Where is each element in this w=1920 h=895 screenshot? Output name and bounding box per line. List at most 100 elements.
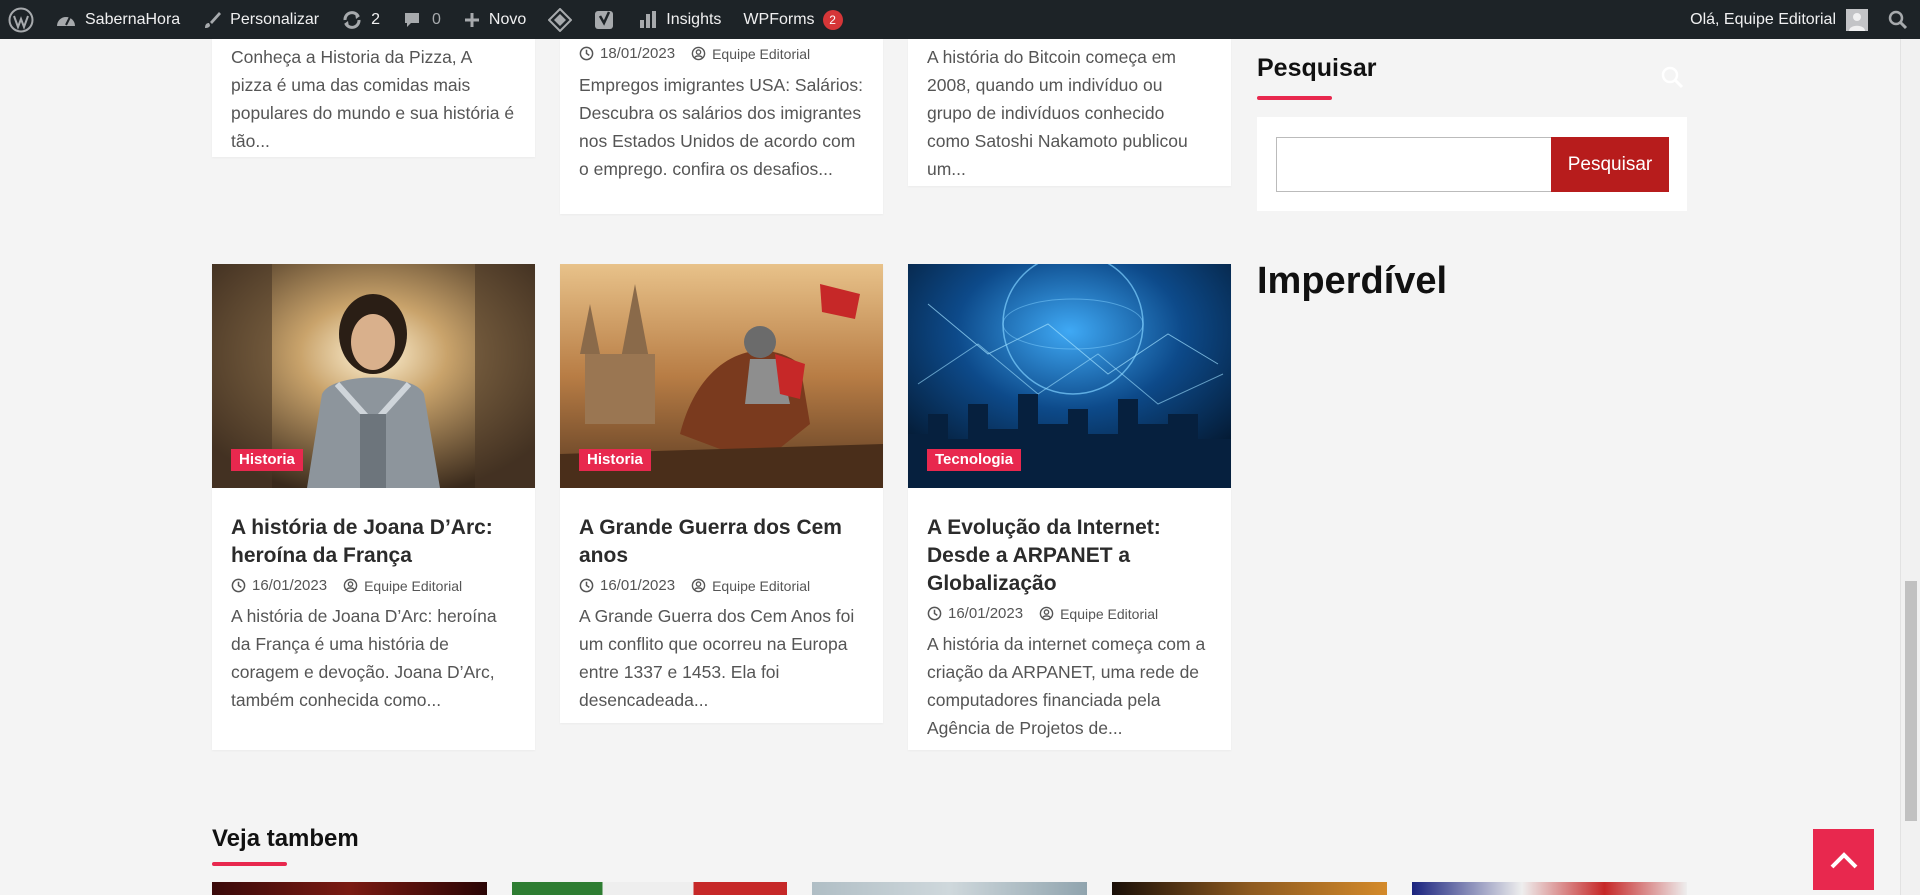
clock-icon <box>579 46 594 61</box>
search-toggle-icon[interactable] <box>1660 65 1684 89</box>
new-content-link[interactable]: Novo <box>452 0 537 39</box>
insights-label: Insights <box>666 10 722 28</box>
post-date: 18/01/2023 <box>579 45 675 62</box>
yoast-seo-link[interactable] <box>583 0 627 39</box>
category-badge[interactable]: Historia <box>231 449 303 471</box>
page-scrollbar[interactable] <box>1900 39 1920 895</box>
post-thumbnail[interactable]: Tecnologia <box>908 264 1231 488</box>
updates-count: 2 <box>371 10 381 28</box>
post-card-joana-darc[interactable]: Historia A história de Joana D’Arc: hero… <box>212 264 535 750</box>
post-author-text: Equipe Editorial <box>364 577 463 594</box>
post-date-text: 16/01/2023 <box>948 605 1024 622</box>
post-title[interactable]: A Evolução da Internet: Desde a ARPANET … <box>908 488 1231 598</box>
post-excerpt: A história de Joana D’Arc: heroína da Fr… <box>231 606 497 710</box>
post-meta: 16/01/2023 Equipe Editorial <box>212 570 535 594</box>
clock-icon <box>927 606 942 621</box>
post-author[interactable]: Equipe Editorial <box>1039 606 1158 622</box>
related-title-underline <box>212 862 287 866</box>
greeting-label: Olá, Equipe Editorial <box>1690 10 1836 28</box>
search-title-underline <box>1257 96 1332 100</box>
post-excerpt: A história da internet começa com a cria… <box>927 634 1206 738</box>
post-title[interactable]: A história de Joana D’Arc: heroína da Fr… <box>212 488 535 570</box>
related-post-thumbnail[interactable] <box>1412 882 1687 895</box>
updates-icon <box>343 10 361 29</box>
post-meta: 18/01/2023 Equipe Editorial <box>560 39 883 65</box>
wordpress-logo-button[interactable] <box>0 0 44 39</box>
related-post-thumbnail[interactable] <box>512 882 787 895</box>
post-meta: 16/01/2023 Equipe Editorial <box>908 598 1231 622</box>
comments-link[interactable]: 0 <box>391 0 452 39</box>
account-menu[interactable]: Olá, Equipe Editorial <box>1679 0 1876 39</box>
back-to-top-button[interactable] <box>1813 829 1874 890</box>
chevron-up-icon <box>1830 851 1857 868</box>
wpforms-link[interactable]: WPForms 2 <box>732 0 853 39</box>
category-badge[interactable]: Tecnologia <box>927 449 1022 471</box>
avatar <box>1846 8 1868 31</box>
clock-icon <box>579 578 594 593</box>
wpforms-notification-badge: 2 <box>822 9 843 30</box>
post-excerpt: A história do Bitcoin começa em 2008, qu… <box>927 47 1188 179</box>
admin-search-button[interactable] <box>1876 0 1920 39</box>
post-author-text: Equipe Editorial <box>1060 605 1159 622</box>
yoast-icon <box>595 10 614 29</box>
category-badge[interactable]: Historia <box>579 449 651 471</box>
user-icon <box>1039 606 1054 621</box>
customize-label: Personalizar <box>230 10 320 28</box>
post-author[interactable]: Equipe Editorial <box>343 578 462 594</box>
related-post-thumbnail[interactable] <box>1112 882 1387 895</box>
dashboard-icon <box>57 16 75 26</box>
clock-icon <box>231 578 246 593</box>
related-posts-title: Veja tambem <box>212 825 359 852</box>
post-card-pizza[interactable]: Conheça a Historia da Pizza, A pizza é u… <box>212 39 535 157</box>
post-author[interactable]: Equipe Editorial <box>691 46 810 62</box>
post-meta: 16/01/2023 Equipe Editorial <box>560 570 883 594</box>
related-post-thumbnail[interactable] <box>212 882 487 895</box>
post-author[interactable]: Equipe Editorial <box>691 578 810 594</box>
comment-icon <box>405 12 420 27</box>
updates-link[interactable]: 2 <box>330 0 391 39</box>
post-title[interactable]: A Grande Guerra dos Cem anos <box>560 488 883 570</box>
related-post-thumbnail[interactable] <box>812 882 1087 895</box>
wordpress-icon <box>8 7 34 32</box>
post-card-internet[interactable]: Tecnologia A Evolução da Internet: Desde… <box>908 264 1231 750</box>
wpforms-label: WPForms <box>743 10 815 28</box>
site-name-link[interactable]: SabernaHora <box>44 0 191 39</box>
bar-chart-icon <box>640 10 657 28</box>
post-date-text: 16/01/2023 <box>252 577 328 594</box>
paintbrush-icon <box>205 11 222 28</box>
search-widget-title: Pesquisar <box>1257 54 1377 82</box>
plus-icon <box>464 12 479 27</box>
search-icon <box>1888 10 1908 29</box>
diamond-icon <box>548 7 573 32</box>
post-excerpt: Empregos imigrantes USA: Salários: Descu… <box>579 75 863 179</box>
post-thumbnail[interactable]: Historia <box>560 264 883 488</box>
post-excerpt: Conheça a Historia da Pizza, A pizza é u… <box>231 47 515 151</box>
post-card-bitcoin[interactable]: A história do Bitcoin começa em 2008, qu… <box>908 39 1231 186</box>
post-date: 16/01/2023 <box>927 605 1023 622</box>
post-date-text: 18/01/2023 <box>600 45 676 62</box>
post-author-text: Equipe Editorial <box>712 577 811 594</box>
search-input[interactable] <box>1276 137 1552 192</box>
post-thumbnail[interactable]: Historia <box>212 264 535 488</box>
scrollbar-thumb[interactable] <box>1905 581 1917 821</box>
post-card-empregos[interactable]: 18/01/2023 Equipe Editorial Empregos imi… <box>560 39 883 214</box>
user-icon <box>691 46 706 61</box>
post-date: 16/01/2023 <box>579 577 675 594</box>
diamond-plugin-link[interactable] <box>537 0 583 39</box>
insights-link[interactable]: Insights <box>627 0 732 39</box>
post-excerpt: A Grande Guerra dos Cem Anos foi um conf… <box>579 606 855 710</box>
user-icon <box>691 578 706 593</box>
customize-link[interactable]: Personalizar <box>191 0 330 39</box>
post-card-guerra-cem-anos[interactable]: Historia A Grande Guerra dos Cem anos 16… <box>560 264 883 723</box>
site-name-label: SabernaHora <box>85 10 181 28</box>
comments-count: 0 <box>432 10 441 28</box>
post-author-text: Equipe Editorial <box>712 45 811 62</box>
admin-bar: SabernaHora Personalizar 2 0 Novo Insigh… <box>0 0 1920 39</box>
user-icon <box>343 578 358 593</box>
search-submit-button[interactable]: Pesquisar <box>1551 137 1669 192</box>
post-date-text: 16/01/2023 <box>600 577 676 594</box>
new-label: Novo <box>488 10 527 28</box>
search-widget: Pesquisar <box>1257 117 1687 211</box>
imperdivel-title: Imperdível <box>1257 260 1448 302</box>
user-avatar-icon <box>1846 8 1868 31</box>
